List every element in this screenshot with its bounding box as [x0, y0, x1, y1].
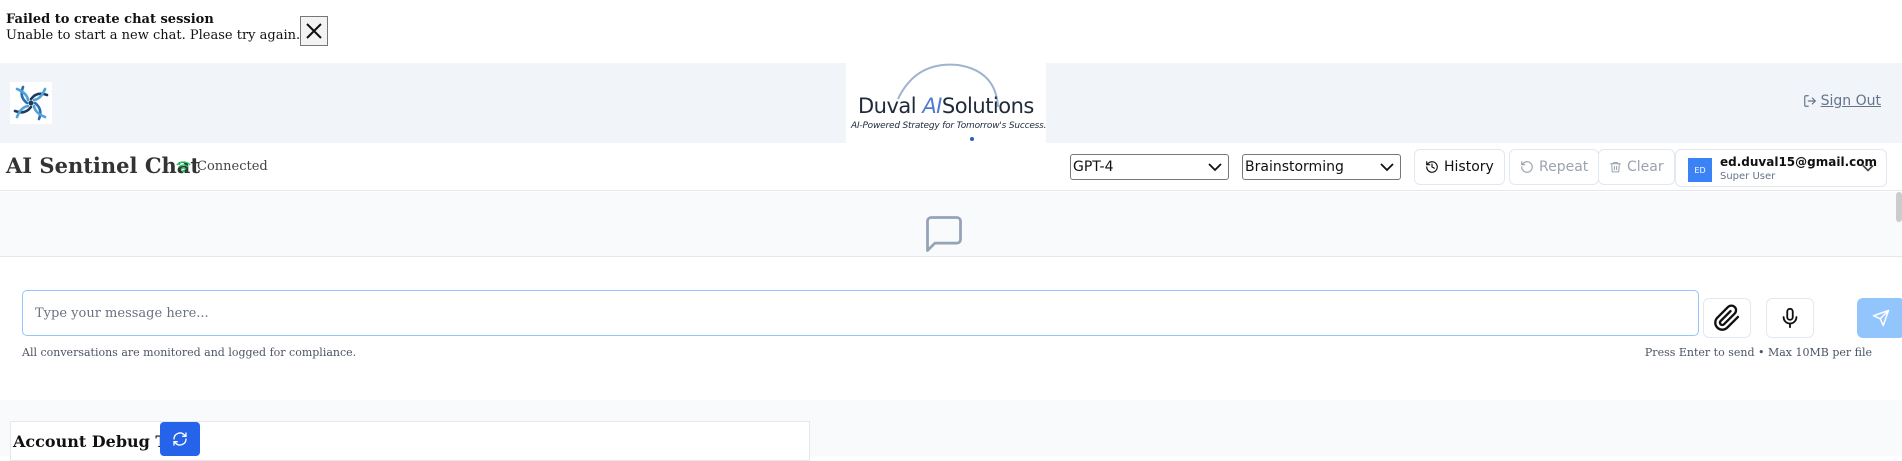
model-select[interactable]: GPT-4: [1070, 154, 1229, 180]
trash-icon: [1610, 162, 1621, 173]
brand-dot: [970, 137, 974, 141]
page-title: AI Sentinel Chat: [6, 153, 201, 178]
chevron-down-icon: [1862, 164, 1874, 172]
debug-area: Account Debug Tool: [0, 400, 1902, 461]
chevron-down-icon: [1380, 163, 1394, 172]
input-hint: Press Enter to send • Max 10MB per file: [1644, 346, 1872, 359]
logout-icon: [1803, 95, 1816, 107]
user-email: ed.duval15@gmail.com: [1720, 155, 1877, 169]
refresh-icon: [173, 432, 187, 446]
compliance-note: All conversations are monitored and logg…: [22, 346, 357, 359]
sign-out-label: Sign Out: [1820, 93, 1881, 109]
avatar: ED: [1688, 158, 1712, 182]
status-label: Connected: [197, 159, 268, 174]
model-select-value: GPT-4: [1073, 159, 1114, 175]
user-menu[interactable]: ED ed.duval15@gmail.com Super User: [1675, 149, 1887, 187]
microphone-button[interactable]: [1766, 298, 1814, 338]
error-toast: Failed to create chat session Unable to …: [6, 12, 329, 46]
toast-message: Unable to start a new chat. Please try a…: [6, 28, 301, 43]
send-button[interactable]: [1857, 298, 1902, 338]
sign-out-link[interactable]: Sign Out: [1803, 93, 1881, 109]
scrollbar[interactable]: [1896, 192, 1902, 222]
history-icon: [1426, 161, 1438, 173]
attach-button[interactable]: [1703, 298, 1751, 338]
app-header: Duval AISolutions AI-Powered Strategy fo…: [0, 63, 1902, 143]
clear-button[interactable]: Clear: [1598, 149, 1675, 185]
clear-label: Clear: [1627, 159, 1664, 175]
sentinel-logo-icon: [10, 82, 52, 124]
brand-logo: Duval AISolutions AI-Powered Strategy fo…: [846, 63, 1047, 143]
microphone-icon: [1782, 307, 1798, 329]
wifi-icon: [176, 161, 191, 173]
mode-select[interactable]: Brainstorming: [1242, 154, 1401, 180]
connection-status: Connected: [176, 159, 268, 174]
toast-close-button[interactable]: [300, 16, 329, 46]
account-debug-panel: Account Debug Tool: [10, 421, 810, 461]
message-square-icon: [926, 216, 962, 252]
composer: All conversations are monitored and logg…: [0, 258, 1902, 400]
user-role: Super User: [1720, 171, 1776, 182]
repeat-button[interactable]: Repeat: [1509, 149, 1600, 185]
chat-toolbar: AI Sentinel Chat Connected GPT-4 Brainst…: [0, 143, 1902, 191]
brand-tagline: AI-Powered Strategy for Tomorrow's Succe…: [851, 121, 1047, 131]
refresh-button[interactable]: [160, 422, 200, 456]
history-label: History: [1444, 159, 1494, 175]
message-input[interactable]: [22, 290, 1699, 336]
app-logo[interactable]: [10, 82, 52, 124]
repeat-label: Repeat: [1539, 159, 1589, 175]
history-button[interactable]: History: [1414, 149, 1505, 185]
rotate-ccw-icon: [1521, 161, 1533, 173]
send-icon: [1872, 309, 1890, 327]
paperclip-icon: [1714, 304, 1740, 331]
brand-name: Duval AISolutions: [858, 94, 1034, 118]
toast-title: Failed to create chat session: [6, 12, 214, 27]
mode-select-value: Brainstorming: [1245, 159, 1344, 175]
toast-text: Failed to create chat session Unable to …: [6, 12, 300, 44]
close-icon: [306, 23, 322, 39]
message-list[interactable]: [0, 192, 1902, 257]
chevron-down-icon: [1208, 163, 1222, 172]
